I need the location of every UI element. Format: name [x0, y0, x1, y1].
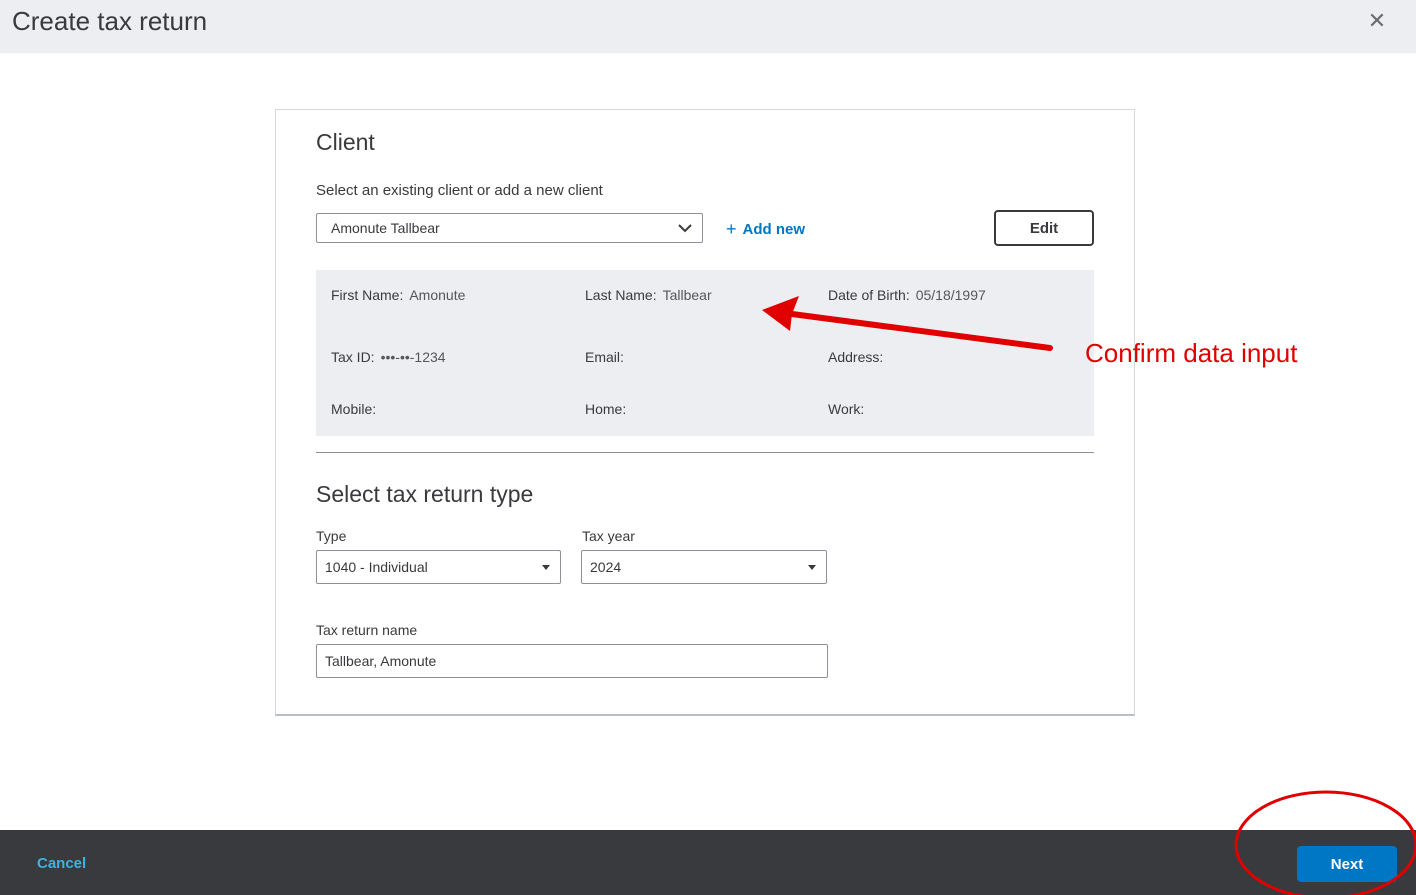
close-button[interactable]: ✕: [1364, 8, 1390, 34]
tax-return-type-title: Select tax return type: [316, 481, 534, 507]
work-field: Work:: [828, 401, 870, 417]
email-field: Email:: [585, 349, 630, 365]
close-icon: ✕: [1367, 8, 1387, 33]
caret-down-icon: [808, 565, 816, 570]
tax-year-dropdown[interactable]: 2024: [581, 550, 827, 584]
plus-icon: +: [726, 219, 737, 239]
email-label: Email:: [585, 349, 624, 365]
type-dropdown-value: 1040 - Individual: [325, 559, 428, 575]
last-name-field: Last Name: Tallbear: [585, 287, 712, 303]
first-name-field: First Name: Amonute: [331, 287, 465, 303]
client-section-title: Client: [316, 129, 375, 155]
mobile-field: Mobile:: [331, 401, 382, 417]
modal-footer: Cancel Next: [0, 830, 1416, 895]
add-new-label: Add new: [742, 221, 806, 238]
last-name-label: Last Name:: [585, 287, 657, 303]
modal-title: Create tax return: [12, 6, 208, 36]
tax-year-dropdown-value: 2024: [590, 559, 622, 575]
tax-return-card: Client Select an existing client or add …: [275, 109, 1135, 716]
mobile-label: Mobile:: [331, 401, 377, 417]
add-new-client-link[interactable]: + Add new: [726, 218, 805, 239]
section-divider: [316, 452, 1094, 453]
tax-id-field: Tax ID: •••-••-1234: [331, 349, 446, 365]
last-name-value: Tallbear: [662, 287, 712, 303]
address-label: Address:: [828, 349, 884, 365]
next-button[interactable]: Next: [1297, 846, 1397, 882]
client-select-value: Amonute Tallbear: [331, 220, 440, 236]
first-name-label: First Name:: [331, 287, 404, 303]
annotation-text: Confirm data input: [1085, 338, 1298, 368]
dob-value: 05/18/1997: [915, 287, 986, 303]
client-info-panel: First Name: Amonute Last Name: Tallbear Da…: [316, 270, 1094, 436]
work-label: Work:: [828, 401, 865, 417]
edit-client-button[interactable]: Edit: [994, 210, 1094, 246]
tax-return-name-label: Tax return name: [316, 622, 418, 638]
home-field: Home:: [585, 401, 632, 417]
tax-return-name-input[interactable]: [316, 644, 828, 678]
dob-label: Date of Birth:: [828, 287, 910, 303]
client-select-label: Select an existing client or add a new c…: [316, 182, 603, 199]
modal-header: Create tax return ✕: [0, 0, 1416, 53]
address-field: Address:: [828, 349, 889, 365]
dob-field: Date of Birth: 05/18/1997: [828, 287, 986, 303]
tax-id-value: •••-••-1234: [380, 349, 446, 365]
caret-down-icon: [542, 565, 550, 570]
cancel-button[interactable]: Cancel: [37, 855, 86, 872]
client-select[interactable]: Amonute Tallbear: [316, 213, 703, 243]
first-name-value: Amonute: [409, 287, 466, 303]
type-dropdown[interactable]: 1040 - Individual: [316, 550, 561, 584]
tax-id-label: Tax ID:: [331, 349, 375, 365]
tax-year-label: Tax year: [582, 528, 635, 544]
home-label: Home:: [585, 401, 627, 417]
chevron-down-icon: [678, 224, 692, 233]
type-label: Type: [316, 528, 347, 544]
